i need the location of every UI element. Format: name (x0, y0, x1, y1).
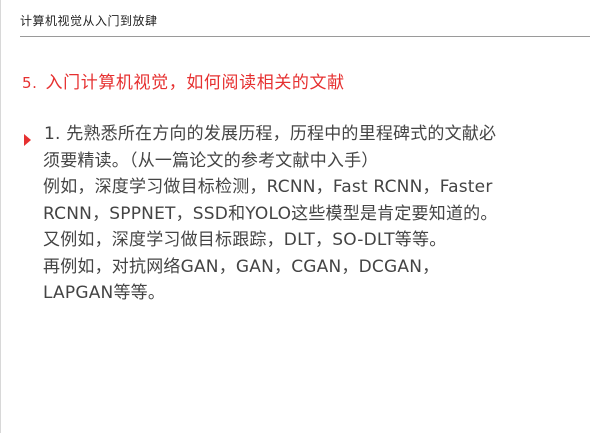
section-heading: 5. 入门计算机视觉，如何阅读相关的文献 (22, 68, 345, 93)
body-line: LAPGAN等等。 (43, 283, 166, 303)
slide-left-border (0, 0, 1, 433)
body-line: 又例如，深度学习做目标跟踪，DLT，SO-DLT等等。 (43, 230, 447, 250)
section-number: 5. (22, 74, 38, 92)
slide: 计算机视觉从入门到放肆 5. 入门计算机视觉，如何阅读相关的文献 1. 先熟悉所在… (0, 0, 600, 433)
body-line: 须要精读。（从一篇论文的参考文献中入手） (43, 150, 379, 171)
header-title: 计算机视觉从入门到放肆 (20, 14, 158, 28)
header-divider (20, 36, 590, 37)
bullet-triangle-icon (24, 134, 31, 146)
body-line: RCNN，SPPNET，SSD和YOLO这些模型是肯定要知道的。 (43, 203, 498, 224)
body-line: 例如，深度学习做目标检测，RCNN，Fast RCNN，Faster (43, 177, 493, 197)
body-line: 1. 先熟悉所在方向的发展历程，历程中的里程碑式的文献必 (44, 124, 497, 144)
body-paragraph: 1. 先熟悉所在方向的发展历程，历程中的里程碑式的文献必 须要精读。（从一篇论文… (43, 121, 583, 307)
section-title-text: 入门计算机视觉，如何阅读相关的文献 (45, 73, 345, 93)
body-line: 再例如，对抗网络GAN，GAN，CGAN，DCGAN， (43, 256, 440, 277)
